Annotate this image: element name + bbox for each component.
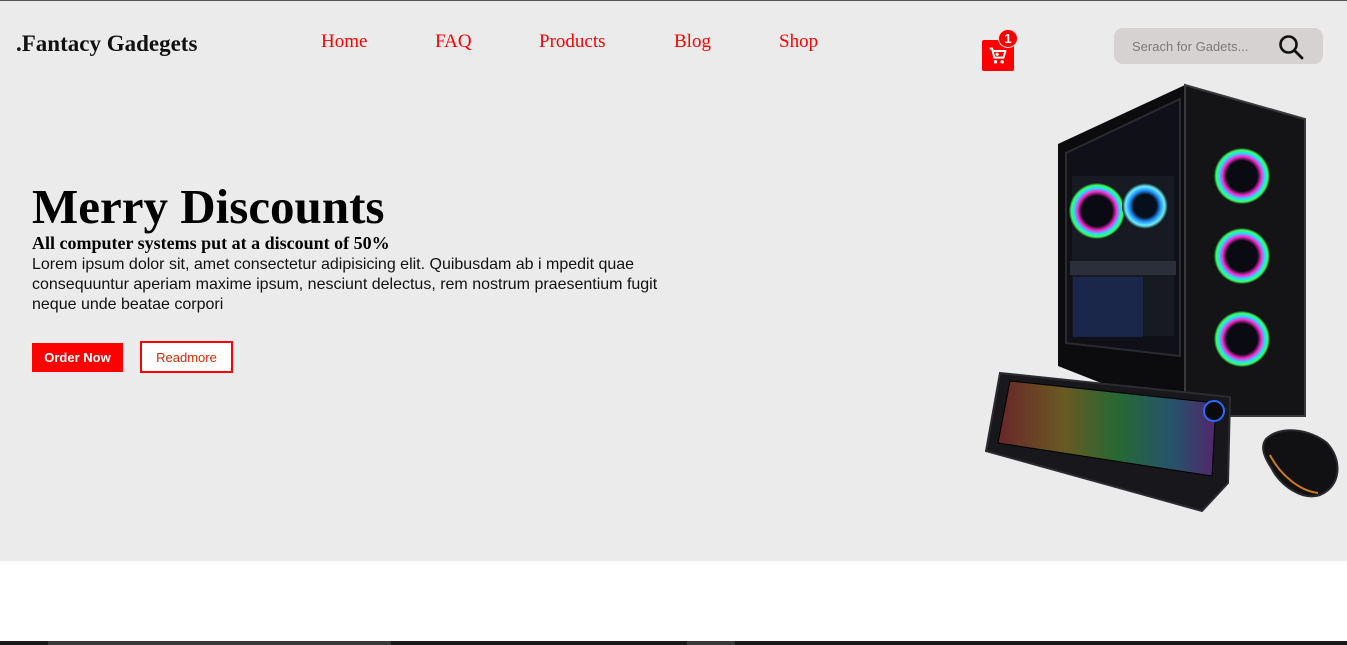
bottom-scroll-strip: [0, 641, 1347, 645]
cart-count-badge: 1: [998, 29, 1018, 48]
search-box: [1114, 28, 1323, 64]
nav-shop[interactable]: Shop: [779, 31, 818, 53]
nav-home[interactable]: Home: [321, 31, 367, 53]
search-input[interactable]: [1132, 37, 1272, 55]
hero-subtitle: All computer systems put at a discount o…: [32, 233, 390, 253]
bottom-strip-segment: [687, 641, 735, 645]
gaming-pc-image: [984, 83, 1339, 513]
site-logo[interactable]: .Fantacy Gadegets: [16, 31, 197, 57]
bottom-strip-segment: [48, 641, 391, 645]
hero-title: Merry Discounts: [32, 179, 385, 234]
cart-icon: [989, 47, 1007, 64]
nav-products[interactable]: Products: [539, 31, 606, 53]
order-now-button[interactable]: Order Now: [32, 343, 123, 372]
nav-faq[interactable]: FAQ: [435, 31, 472, 53]
readmore-button[interactable]: Readmore: [140, 341, 233, 373]
hero-section: .Fantacy Gadegets Home FAQ Products Blog…: [0, 1, 1347, 561]
hero-description: Lorem ipsum dolor sit, amet consectetur …: [32, 256, 658, 313]
search-icon[interactable]: [1278, 34, 1304, 60]
nav-blog[interactable]: Blog: [674, 31, 711, 53]
